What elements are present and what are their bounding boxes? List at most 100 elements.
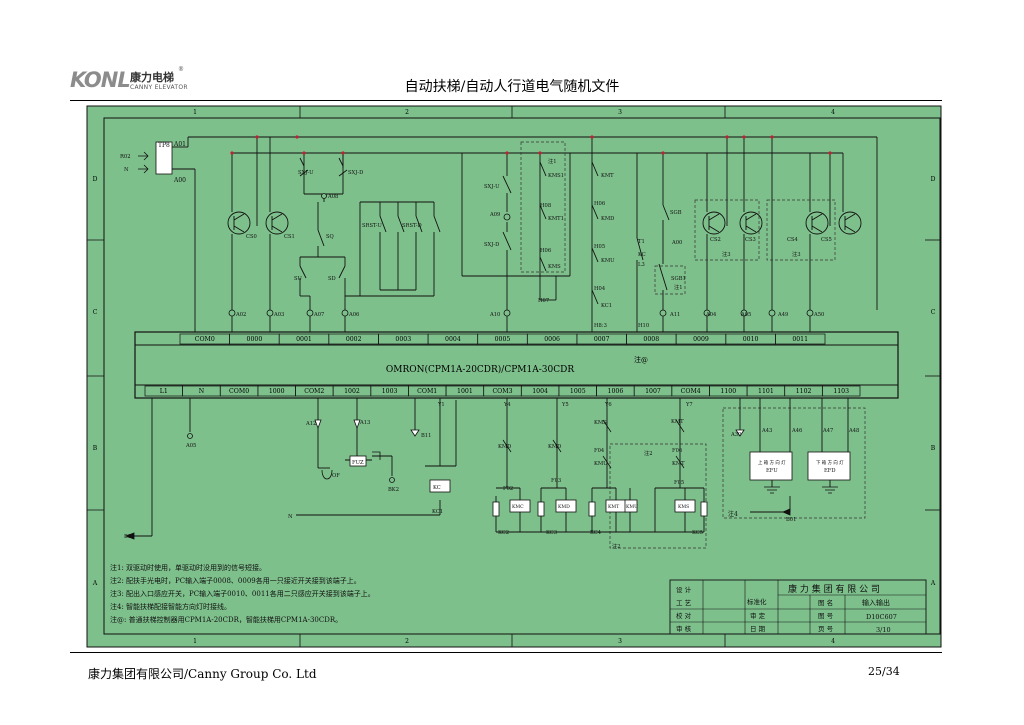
label-kmu: KMU <box>601 258 615 264</box>
label-b11: B11 <box>421 433 431 439</box>
plc-output-terminal-label: 1000 <box>269 388 285 395</box>
label-cs4: CS4 <box>787 237 799 243</box>
plc-output-terminal-label: 1004 <box>532 388 548 395</box>
footer-rule <box>70 652 942 653</box>
plc-input-terminal-label: 0002 <box>346 336 362 343</box>
label-h06: H06 <box>540 248 551 254</box>
title-block-standard: 标准化 <box>747 597 767 606</box>
title-block-review: 审 定 <box>750 611 766 620</box>
row-letter-b: B <box>93 445 98 452</box>
label-f02: F02 <box>503 486 513 492</box>
plc-output-terminal-label: COM0 <box>229 388 249 395</box>
title-block-company: 康 力 集 团 有 限 公 司 <box>788 583 880 595</box>
label-b05: A05 <box>185 443 196 449</box>
label-sd: SD <box>328 276 336 282</box>
label-kmd4: KMD <box>558 504 570 510</box>
plc-output-terminal-label: 1001 <box>457 388 473 395</box>
label-kmc: KMC <box>512 504 524 510</box>
label-sxj-u: SXJ-U <box>298 170 314 176</box>
col-number-1-bottom: 1 <box>193 638 197 645</box>
plc-output-terminal-label: 1101 <box>758 388 774 395</box>
label-a06: A06 <box>348 312 359 318</box>
label-a11: A11 <box>669 312 680 318</box>
label-kc1: KC1 <box>601 303 612 309</box>
title-block-page: 3/10 <box>876 626 891 634</box>
title-block-name-label: 图 名 <box>818 598 833 607</box>
label-kms1: KMS1 <box>548 173 564 179</box>
label-f03: F03 <box>551 478 561 484</box>
note-1: 注1: 双驱动时使用，单驱动时没用到的信号短接。 <box>110 563 266 572</box>
label-a01: A01 <box>173 141 186 148</box>
plc-block: COM0 0000 0001 0002 0003 0004 0005 0006 0007 0008… <box>134 331 899 399</box>
label-kc2: KC2 <box>498 530 509 536</box>
terminal-b05-icon <box>187 433 193 439</box>
label-sgb1: SGB1 <box>671 276 686 282</box>
label-cs5: CS5 <box>821 237 832 243</box>
row-letter-b-right: B <box>931 445 936 452</box>
plc-output-terminal-label: 1100 <box>720 388 736 395</box>
plc-input-terminal-label: 0007 <box>594 336 610 343</box>
label-tp8: TP8 <box>158 142 170 149</box>
label-h08: H08 <box>540 203 551 209</box>
label-a13: A13 <box>359 420 370 426</box>
title-block-audit: 审 核 <box>676 624 692 633</box>
plc-output-terminal-label: N <box>199 388 205 395</box>
label-a07: A07 <box>313 312 324 318</box>
plc-input-terminal-label: COM0 <box>195 336 215 343</box>
label-of: OF <box>332 473 340 479</box>
plc-input-terminal-label: 0009 <box>693 336 709 343</box>
col-number-4-bottom: 4 <box>831 638 835 645</box>
title-block-page-label: 页 号 <box>818 625 834 633</box>
label-efd: EFD <box>824 468 836 474</box>
label-kms4: KMS <box>678 504 689 510</box>
label-kc4: KC4 <box>590 530 602 536</box>
plc-output-terminal-label: 1005 <box>570 388 586 395</box>
label-y1: Y1 <box>437 402 445 408</box>
label-sxj-d2: SXJ-D <box>484 242 499 248</box>
label-cs0: CS0 <box>246 234 257 240</box>
title-block-craft: 工 艺 <box>676 599 692 607</box>
label-a10: A10 <box>489 312 500 318</box>
plc-input-terminal-label: 0005 <box>495 336 511 343</box>
col-number-2-bottom: 2 <box>405 638 409 645</box>
label-kms2: KMS <box>594 420 607 426</box>
title-block-design: 设 计 <box>676 585 692 594</box>
label-bk2: BK2 <box>388 487 399 493</box>
label-f05: F05 <box>674 480 684 486</box>
label-kmd3: KMD <box>548 444 561 450</box>
plc-output-terminal-label: 1002 <box>344 388 360 395</box>
label-f06: F06 <box>672 448 682 454</box>
label-a09: A09 <box>489 212 500 218</box>
label-a48: A48 <box>848 428 859 434</box>
label-kmt2: KMT <box>671 419 684 425</box>
label-srst-u: SRST-U <box>362 223 383 229</box>
label-b01b: B01 <box>786 517 796 523</box>
plc-input-terminal-label: 0004 <box>445 336 461 343</box>
label-kmt3: KMT <box>672 461 685 467</box>
label-cs2: CS2 <box>710 237 721 243</box>
row-letter-c: C <box>93 309 98 316</box>
footer-page-number: 25/34 <box>868 665 900 678</box>
plc-input-terminal-label: 0008 <box>643 336 659 343</box>
label-kmt: KMT <box>601 173 614 179</box>
label-a47: A47 <box>822 428 833 434</box>
label-a00: A00 <box>173 177 186 184</box>
label-b04: B04 <box>124 534 135 540</box>
label-kmd2: KMD <box>498 444 511 450</box>
label-l3: L3 <box>638 262 645 268</box>
label-a02: A02 <box>235 312 246 318</box>
label-efu-title: 上 箱 方 向 灯 <box>758 459 786 466</box>
row-letter-d: D <box>93 176 98 183</box>
direction-lamp-efd-icon <box>807 451 851 481</box>
label-note2b: 注2 <box>612 542 621 550</box>
label-a46: A46 <box>791 428 802 434</box>
label-cs1: CS1 <box>284 234 295 240</box>
plc-output-terminal-label: L1 <box>160 388 168 395</box>
label-h10: H10 <box>638 323 649 329</box>
plc-output-terminal-label: COM2 <box>304 388 324 395</box>
plc-output-terminal-label: COM4 <box>681 388 701 395</box>
varistor-kc4-icon <box>588 501 596 517</box>
label-a03: A03 <box>273 312 284 318</box>
label-efd-title: 下 箱 方 向 灯 <box>816 459 844 466</box>
label-kc1b: KC1 <box>432 509 443 515</box>
